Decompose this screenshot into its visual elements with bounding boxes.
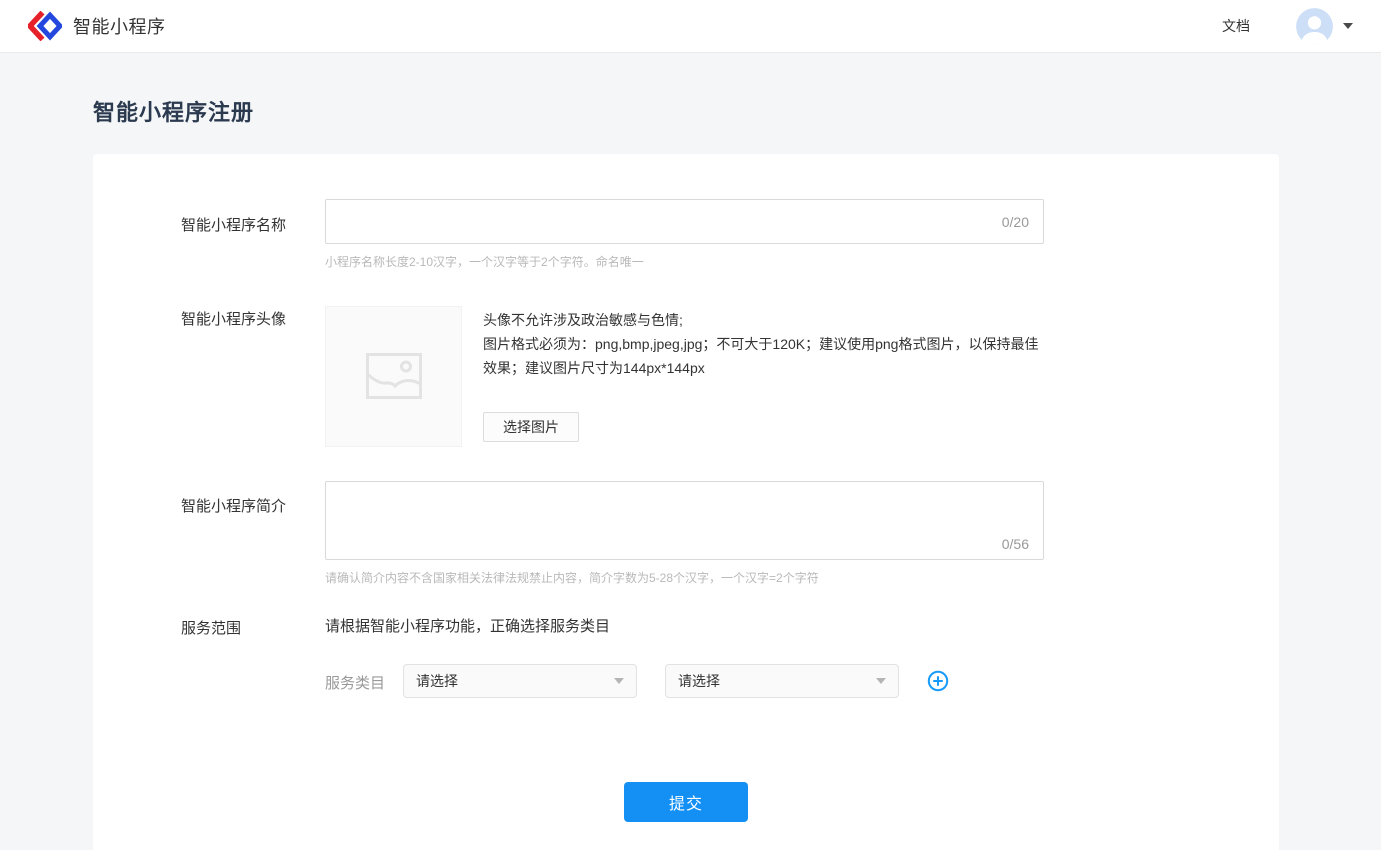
image-placeholder-icon	[366, 353, 422, 400]
avatar-label: 智能小程序头像	[181, 306, 325, 447]
name-input-wrap: 0/20	[325, 199, 1044, 244]
intro-hint: 请确认简介内容不含国家相关法律法规禁止内容，简介字数为5-28个汉字，一个汉字=…	[325, 569, 1044, 586]
intro-row: 智能小程序简介 0/56 请确认简介内容不含国家相关法律法规禁止内容，简介字数为…	[181, 481, 1279, 586]
intro-char-counter: 0/56	[1002, 536, 1029, 552]
brand-title: 智能小程序	[73, 13, 166, 39]
top-navbar: 智能小程序 文档	[0, 0, 1381, 53]
page-title: 智能小程序注册	[93, 95, 1381, 127]
intro-textarea-wrap: 0/56	[325, 481, 1044, 560]
avatar-requirement-line2: 图片格式必须为：png,bmp,jpeg,jpg；不可大于120K；建议使用pn…	[483, 332, 1043, 380]
category-select-secondary-value: 请选择	[678, 671, 720, 691]
service-category-label: 服务类目	[325, 664, 403, 693]
avatar-image-placeholder	[325, 306, 462, 447]
user-avatar[interactable]	[1296, 8, 1333, 45]
smart-program-logo-icon	[28, 11, 62, 41]
avatar-requirements: 头像不允许涉及政治敏感与色情; 图片格式必须为：png,bmp,jpeg,jpg…	[483, 308, 1043, 380]
name-hint: 小程序名称长度2-10汉字，一个汉字等于2个字符。命名唯一	[325, 253, 1044, 270]
caret-down-icon	[876, 678, 886, 684]
avatar-requirement-line1: 头像不允许涉及政治敏感与色情;	[483, 308, 1043, 332]
category-select-secondary[interactable]: 请选择	[665, 664, 899, 698]
name-input[interactable]	[340, 214, 992, 230]
avatar-row: 智能小程序头像 头像不允许涉及政治敏感与色情; 图片格式必须为：png,bmp,…	[181, 306, 1279, 447]
service-scope-instruction: 请根据智能小程序功能，正确选择服务类目	[325, 615, 1105, 636]
category-select-primary[interactable]: 请选择	[403, 664, 637, 698]
caret-down-icon	[614, 678, 624, 684]
person-silhouette-icon	[1296, 8, 1333, 45]
add-category-button[interactable]	[927, 670, 949, 692]
choose-image-button[interactable]: 选择图片	[483, 412, 579, 442]
submit-button[interactable]: 提交	[624, 782, 748, 822]
service-category-row: 服务类目 请选择 请选择	[325, 664, 1105, 698]
brand: 智能小程序	[28, 11, 166, 41]
submit-row: 提交	[93, 782, 1279, 822]
avatar-dropdown-caret-icon[interactable]	[1343, 23, 1353, 29]
registration-form-card: 智能小程序名称 0/20 小程序名称长度2-10汉字，一个汉字等于2个字符。命名…	[93, 154, 1279, 850]
name-label: 智能小程序名称	[181, 199, 325, 270]
service-scope-label: 服务范围	[181, 615, 325, 698]
category-select-primary-value: 请选择	[416, 671, 458, 691]
docs-link[interactable]: 文档	[1222, 16, 1250, 36]
intro-textarea[interactable]	[326, 482, 1043, 559]
service-scope-row: 服务范围 请根据智能小程序功能，正确选择服务类目 服务类目 请选择 请选择	[181, 615, 1279, 698]
topbar-right: 文档	[1222, 8, 1353, 45]
intro-label: 智能小程序简介	[181, 481, 325, 586]
name-char-counter: 0/20	[1002, 214, 1029, 230]
circle-plus-icon	[927, 670, 949, 692]
name-row: 智能小程序名称 0/20 小程序名称长度2-10汉字，一个汉字等于2个字符。命名…	[181, 199, 1279, 270]
main-content: 智能小程序注册 智能小程序名称 0/20 小程序名称长度2-10汉字，一个汉字等…	[0, 95, 1381, 850]
